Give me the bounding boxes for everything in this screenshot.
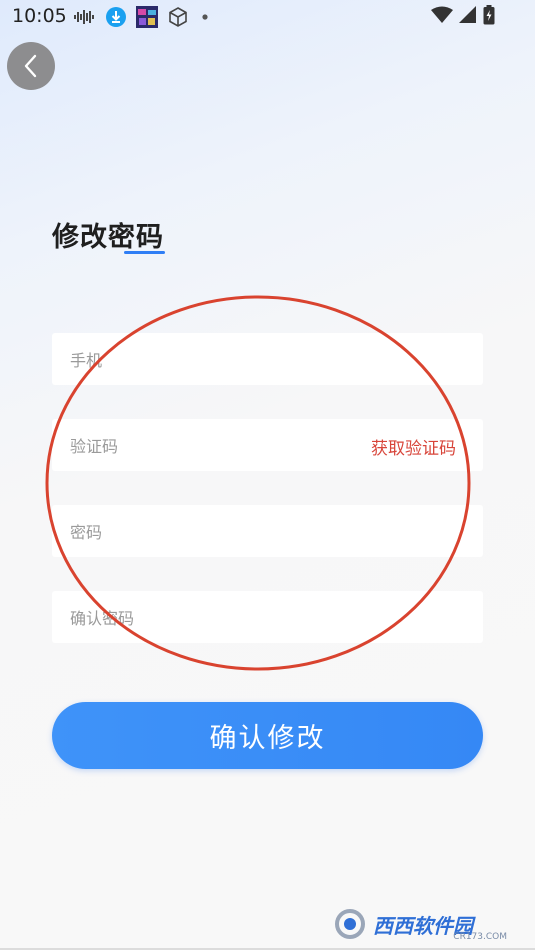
battery-charging-icon [483, 5, 495, 25]
watermark-logo-icon [335, 909, 369, 939]
get-code-button[interactable]: 获取验证码 [371, 434, 456, 459]
audio-wave-icon [74, 9, 96, 25]
annotation-ellipse [45, 295, 471, 671]
download-badge-icon [105, 6, 127, 28]
code-field[interactable]: 获取验证码 [52, 419, 483, 473]
password-field[interactable] [52, 505, 483, 559]
watermark: 西西软件园 CR173.COM [335, 906, 515, 942]
app-thumbnail-icon [136, 6, 158, 28]
cube-icon [167, 6, 189, 28]
title-underline [124, 251, 165, 254]
dot-icon [198, 12, 212, 22]
code-input[interactable] [68, 419, 352, 473]
status-bar: 10:05 [0, 0, 535, 32]
confirm-button[interactable]: 确认修改 [52, 702, 483, 769]
page-title: 修改密码 [52, 222, 164, 253]
chevron-left-icon [21, 54, 41, 78]
phone-input[interactable] [68, 333, 352, 387]
status-icons-right [431, 5, 495, 25]
confirm-password-field[interactable] [52, 591, 483, 645]
password-input[interactable] [68, 505, 352, 559]
signal-icon [459, 6, 477, 24]
back-button[interactable] [7, 42, 55, 90]
status-icons-left [74, 6, 212, 28]
confirm-password-input[interactable] [68, 591, 352, 645]
status-time: 10:05 [12, 5, 67, 27]
watermark-sub: CR173.COM [453, 932, 507, 942]
wifi-icon [431, 6, 453, 24]
phone-field[interactable] [52, 333, 483, 387]
